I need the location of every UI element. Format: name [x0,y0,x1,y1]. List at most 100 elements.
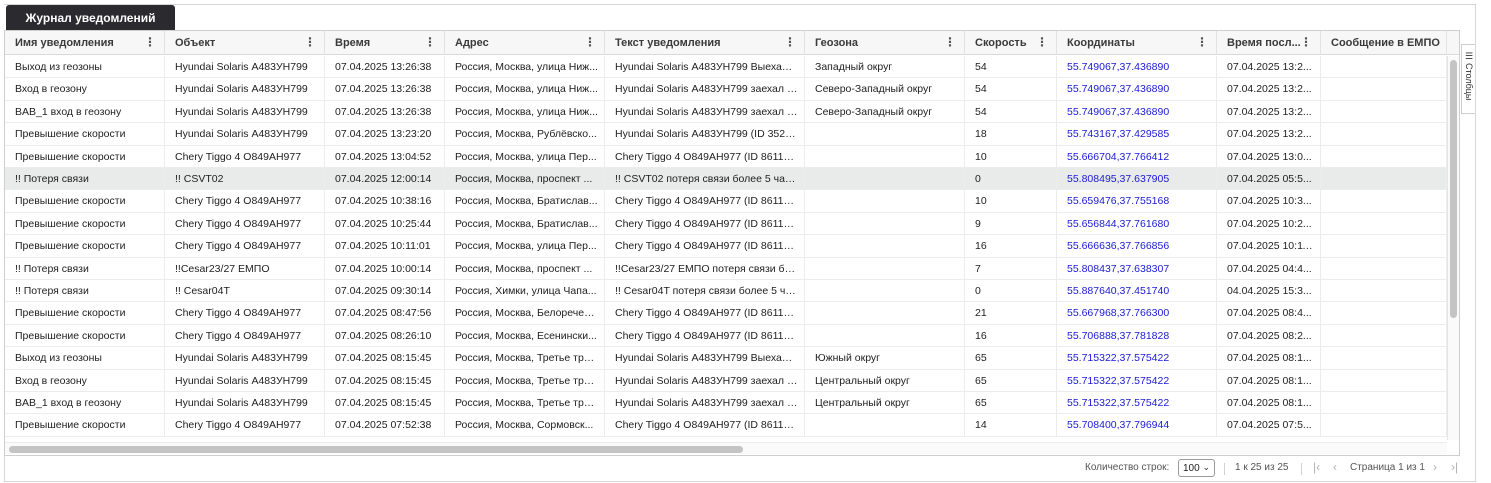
cell-value: 55.743167,37.429585 [1067,128,1170,141]
cell-value: Превышение скорости [15,150,126,163]
cell-coordinates[interactable]: 55.749067,37.436890 [1057,56,1217,78]
cell-value: Превышение скорости [15,329,126,342]
cell-value: 07.04.2025 08:15:45 [335,397,432,409]
cell-coordinates[interactable]: 55.743167,37.429585 [1057,123,1217,146]
cell-empo-message [1321,168,1447,190]
table-row[interactable]: Вход в геозону Hyundai Solaris А483УН799 0… [5,369,1447,392]
cell-value: 07.04.2025 10:38:16 [335,195,432,208]
column-menu-icon[interactable]: ⋮ [304,36,316,48]
table-row[interactable]: !! Потеря связи !! Cesar04T 07.04.2025 09:… [5,280,1447,303]
last-page-icon[interactable]: ›| [1451,460,1458,474]
table-row[interactable]: Превышение скорости Chery Tiggo 4 О849АН9… [5,145,1447,168]
cell-coordinates[interactable]: 55.667968,37.766300 [1057,302,1217,325]
cell-time: 07.04.2025 13:23:20 [325,123,445,146]
prev-page-icon[interactable]: ‹ [1333,460,1337,474]
cell-coordinates[interactable]: 55.749067,37.436890 [1057,78,1217,101]
column-menu-icon[interactable]: ⋮ [424,36,436,48]
header-col-last-time[interactable]: Время посл... ⋮ [1217,31,1321,55]
header-col-speed[interactable]: Скорость ⋮ [965,31,1057,55]
cell-value: 55.887640,37.451740 [1067,285,1170,297]
cell-geozone [805,168,965,190]
cell-value: Россия, Москва, улица Пер... [455,240,597,253]
cell-geozone: Западный округ [805,56,965,78]
cell-coordinates[interactable]: 55.808495,37.637905 [1057,168,1217,190]
cell-value: Chery Tiggo 4 О849АН977 (ID 86110... [615,419,798,432]
cell-coordinates[interactable]: 55.708400,37.796944 [1057,414,1217,437]
cell-geozone [805,280,965,302]
cell-object: Chery Tiggo 4 О849АН977 [165,324,325,347]
cell-value: 65 [975,352,987,365]
table-row[interactable]: Вход в геозону Hyundai Solaris А483УН799 0… [5,78,1447,101]
table-row[interactable]: Выход из геозоны Hyundai Solaris А483УН79… [5,347,1447,370]
table-row[interactable]: Превышение скорости Chery Tiggo 4 О849АН9… [5,235,1447,258]
cell-value: 07.04.2025 08:2... [1227,329,1312,342]
table-row[interactable]: !! Потеря связи !!Cesar23/27 ЕМПО 07.04.20… [5,257,1447,280]
table-row[interactable]: Превышение скорости Chery Tiggo 4 О849АН9… [5,324,1447,348]
cell-value: Chery Tiggo 4 О849АН977 [175,307,302,320]
cell-coordinates[interactable]: 55.656844,37.761680 [1057,212,1217,235]
column-menu-icon[interactable]: ⋮ [1300,36,1312,48]
cell-value: 55.715322,37.575422 [1067,352,1170,365]
vertical-scrollbar[interactable] [1447,56,1459,440]
pagination-footer: Количество строк: 100 ⌄ 1 к 25 из 25 |‹ … [4,456,1476,482]
header-col-notification-name[interactable]: Имя уведомления ⋮ [5,31,165,55]
header-label: Координаты [1067,37,1135,49]
table-row[interactable]: BAB_1 вход в геозону Hyundai Solaris А483… [5,100,1447,124]
cell-coordinates[interactable]: 55.715322,37.575422 [1057,347,1217,370]
header-label: Адрес [455,37,489,49]
column-menu-icon[interactable]: ⋮ [944,36,956,48]
cell-value: Hyundai Solaris А483УН799 заехал в... [615,374,798,387]
table-row[interactable]: Выход из геозоны Hyundai Solaris А483УН79… [5,56,1447,79]
cell-value: Северо-Западный округ [815,105,933,118]
header-col-object[interactable]: Объект ⋮ [165,31,325,55]
columns-side-button[interactable]: ☰ Столбцы [1461,44,1475,114]
cell-coordinates[interactable]: 55.808437,37.638307 [1057,257,1217,280]
cell-value: Hyundai Solaris А483УН799 [175,128,308,141]
table-row[interactable]: Превышение скорости Chery Tiggo 4 О849АН9… [5,212,1447,236]
cell-value: 55.715322,37.575422 [1067,397,1170,409]
column-menu-icon[interactable]: ⋮ [784,36,796,48]
column-menu-icon[interactable]: ⋮ [1036,36,1048,48]
rows-per-page-select[interactable]: 100 ⌄ [1178,459,1215,477]
header-col-time[interactable]: Время ⋮ [325,31,445,55]
header-col-coordinates[interactable]: Координаты ⋮ [1057,31,1217,55]
table-row[interactable]: Превышение скорости Chery Tiggo 4 О849АН9… [5,190,1447,213]
vertical-scroll-thumb[interactable] [1450,60,1457,318]
table-row[interactable]: !! Потеря связи !! CSVT02 07.04.2025 12:00… [5,168,1447,191]
cell-speed: 10 [965,145,1057,168]
tab-notifications-journal[interactable]: Журнал уведомлений [6,5,175,30]
column-menu-icon[interactable]: ⋮ [584,36,596,48]
cell-coordinates[interactable]: 55.715322,37.575422 [1057,392,1217,414]
column-menu-icon[interactable]: ⋮ [144,36,156,48]
cell-coordinates[interactable]: 55.715322,37.575422 [1057,369,1217,392]
header-col-notification-text[interactable]: Текст уведомления ⋮ [605,31,805,55]
header-col-empo-message[interactable]: Сообщение в ЕМПО [1321,31,1447,55]
cell-geozone: Южный округ [805,347,965,370]
columns-icon: ☰ [1465,51,1474,61]
header-col-address[interactable]: Адрес ⋮ [445,31,605,55]
cell-last-time: 07.04.2025 08:2... [1217,324,1321,347]
cell-speed: 10 [965,190,1057,213]
cell-coordinates[interactable]: 55.666704,37.766412 [1057,145,1217,168]
horizontal-scrollbar[interactable] [5,442,1447,454]
table-row[interactable]: Превышение скорости Chery Tiggo 4 О849АН9… [5,302,1447,325]
cell-value: 07.04.2025 10:00:14 [335,262,432,275]
header-col-geozone[interactable]: Геозона ⋮ [805,31,965,55]
cell-object: Hyundai Solaris А483УН799 [165,347,325,370]
cell-coordinates[interactable]: 55.749067,37.436890 [1057,100,1217,123]
divider [1475,4,1476,456]
table-row[interactable]: Превышение скорости Hyundai Solaris А483У… [5,123,1447,146]
next-page-icon[interactable]: › [1433,460,1437,474]
first-page-icon[interactable]: |‹ [1313,460,1320,474]
cell-coordinates[interactable]: 55.887640,37.451740 [1057,280,1217,302]
horizontal-scroll-thumb[interactable] [9,446,743,453]
table-row[interactable]: BAB_1 вход в геозону Hyundai Solaris А483… [5,392,1447,415]
cell-coordinates[interactable]: 55.659476,37.755168 [1057,190,1217,213]
cell-notification-text: Hyundai Solaris А483УН799 Выехал ... [605,347,805,370]
column-menu-icon[interactable]: ⋮ [1196,36,1208,48]
cell-coordinates[interactable]: 55.706888,37.781828 [1057,324,1217,347]
cell-value: 7 [975,262,981,275]
table-row[interactable]: Превышение скорости Chery Tiggo 4 О849АН9… [5,414,1447,437]
cell-coordinates[interactable]: 55.666636,37.766856 [1057,235,1217,258]
cell-value: 55.808437,37.638307 [1067,262,1170,275]
